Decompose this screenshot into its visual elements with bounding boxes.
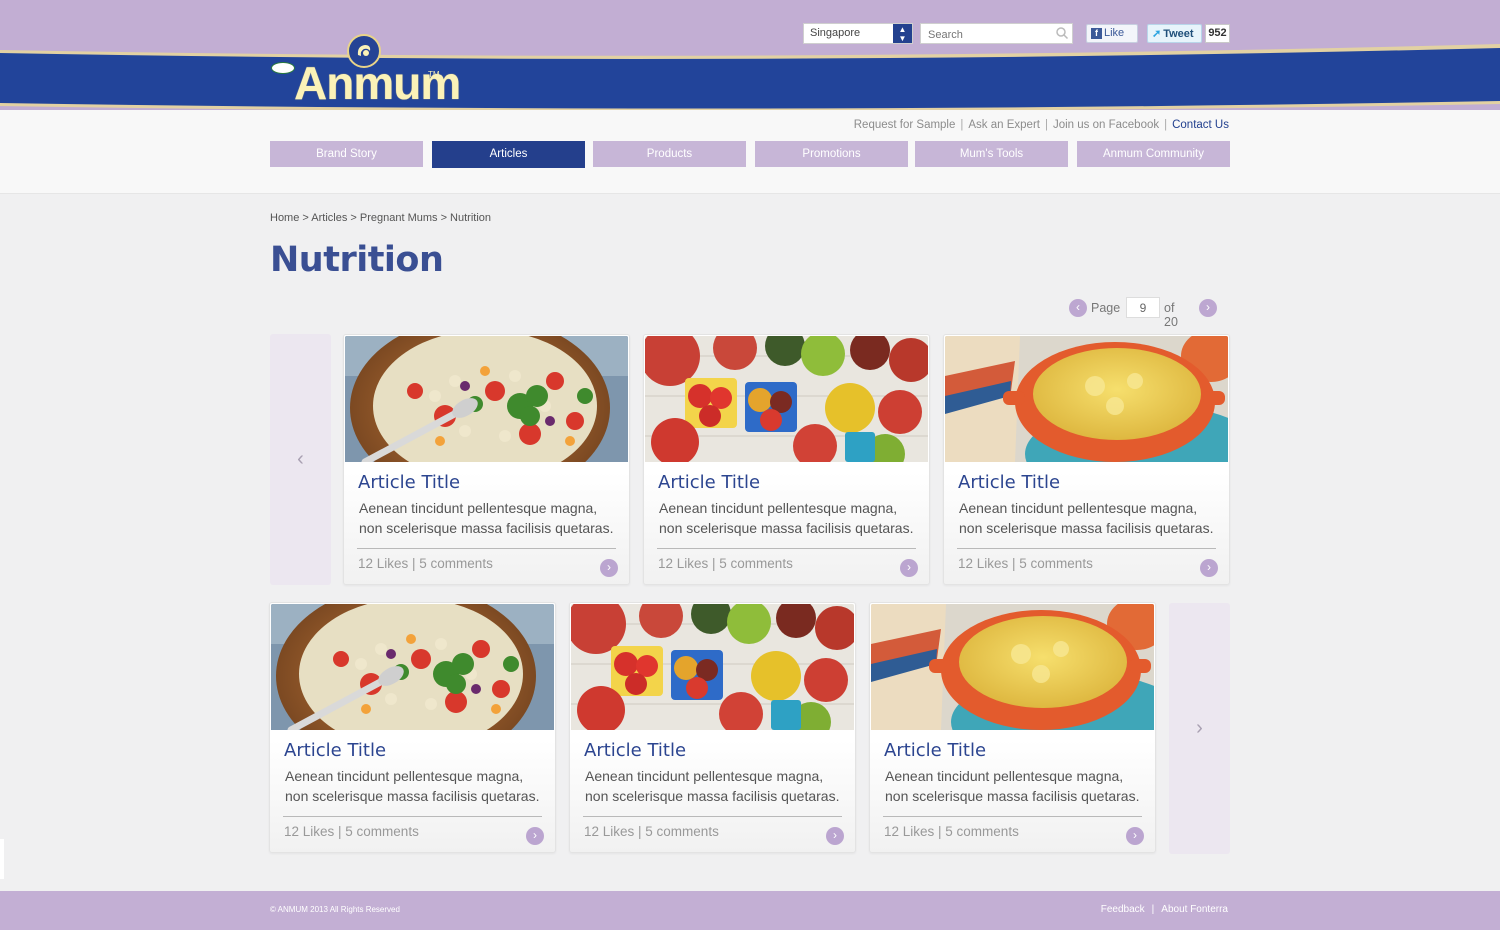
article-description: Aenean tincidunt pellentesque magna, non… [659,500,914,536]
article-image[interactable] [345,336,628,462]
about-fonterra-link[interactable]: About Fonterra [1161,904,1228,915]
divider [583,816,842,817]
divider [357,548,616,549]
article-card[interactable]: Article Title Aenean tincidunt pellentes… [943,334,1230,585]
article-title[interactable]: Article Title [358,472,460,493]
tweet-label: Tweet [1163,28,1194,40]
tweet-count: 952 [1205,24,1230,43]
facebook-icon: f [1091,28,1102,39]
chevron-right-icon[interactable]: › [826,827,844,845]
search-input[interactable] [920,23,1073,44]
country-value: Singapore [810,27,861,39]
tweet-button[interactable]: ➚ Tweet [1147,24,1202,43]
article-title[interactable]: Article Title [658,472,760,493]
copyright: © ANMUM 2013 All Rights Reserved [270,905,400,914]
article-image[interactable] [945,336,1228,462]
select-arrows-icon: ▲ ▼ [893,24,912,43]
nav-tab-brand-story[interactable]: Brand Story [270,141,423,167]
footer: © ANMUM 2013 All Rights Reserved Feedbac… [0,891,1500,930]
nav-tab-promotions[interactable]: Promotions [755,141,908,167]
contact-us-link[interactable]: Contact Us [1172,119,1229,131]
request-sample-link[interactable]: Request for Sample [854,119,956,131]
article-description: Aenean tincidunt pellentesque magna, non… [359,500,614,536]
nav-tab-anmum-community[interactable]: Anmum Community [1077,141,1230,167]
article-title[interactable]: Article Title [884,740,986,761]
breadcrumb[interactable]: Home > Articles > Pregnant Mums > Nutrit… [270,212,491,224]
carousel-prev-button[interactable]: ‹ [270,334,331,585]
article-stats: 12 Likes | 5 comments [584,824,719,839]
article-description: Aenean tincidunt pellentesque magna, non… [285,768,540,804]
brand-wordmark: Anmum [294,57,461,109]
article-stats: 12 Likes | 5 comments [358,556,493,571]
chevron-right-icon[interactable]: › [526,827,544,845]
article-stats: 12 Likes | 5 comments [284,824,419,839]
article-image[interactable] [271,604,554,730]
article-description: Aenean tincidunt pellentesque magna, non… [585,768,840,804]
fonterra-badge-icon [271,62,295,74]
country-select[interactable]: Singapore ▲ ▼ [803,23,913,44]
article-description: Aenean tincidunt pellentesque magna, non… [959,500,1214,536]
brand-logo[interactable]: Anmum TM [270,34,461,109]
pager-total: of 20 [1164,301,1178,329]
article-image[interactable] [571,604,854,730]
facebook-like-button[interactable]: f Like [1086,24,1138,43]
pager-label: Page [1091,301,1121,315]
chevron-right-icon[interactable]: › [600,559,618,577]
header-wave-band [0,44,1500,112]
facebook-like-label: Like [1104,27,1125,39]
carousel-next-button[interactable]: › [1169,603,1230,854]
divider [957,548,1216,549]
chevron-right-icon: › [1196,717,1203,739]
article-title[interactable]: Article Title [284,740,386,761]
feedback-side-tab[interactable] [0,839,4,879]
article-card[interactable]: Article Title Aenean tincidunt pellentes… [569,602,856,853]
chevron-right-icon[interactable]: › [1126,827,1144,845]
page-title: Nutrition [270,240,444,280]
divider [657,548,916,549]
chevron-right-icon[interactable]: › [900,559,918,577]
twitter-bird-icon: ➚ [1152,28,1162,40]
nav-tab-mums-tools[interactable]: Mum's Tools [915,141,1068,167]
article-card[interactable]: Article Title Aenean tincidunt pellentes… [269,602,556,853]
chevron-right-icon[interactable]: › [1200,559,1218,577]
article-description: Aenean tincidunt pellentesque magna, non… [885,768,1140,804]
search-icon[interactable] [1055,26,1069,40]
chevron-left-icon: ‹ [297,448,304,470]
divider [283,816,542,817]
article-image[interactable] [871,604,1154,730]
next-page-button[interactable]: › [1199,299,1217,317]
article-stats: 12 Likes | 5 comments [884,824,1019,839]
article-stats: 12 Likes | 5 comments [658,556,793,571]
article-card[interactable]: Article Title Aenean tincidunt pellentes… [343,334,630,585]
nav-tab-products[interactable]: Products [593,141,746,167]
page-number-input[interactable]: 9 [1126,297,1160,318]
utility-links: Request for Sample | Ask an Expert | Join us… [853,119,1229,131]
nav-tab-articles[interactable]: Articles [432,141,585,168]
article-title[interactable]: Article Title [958,472,1060,493]
join-facebook-link[interactable]: Join us on Facebook [1053,119,1159,131]
article-card[interactable]: Article Title Aenean tincidunt pellentes… [643,334,930,585]
article-stats: 12 Likes | 5 comments [958,556,1093,571]
trademark-mark: TM [428,70,440,79]
feedback-link[interactable]: Feedback [1101,904,1145,915]
article-card[interactable]: Article Title Aenean tincidunt pellentes… [869,602,1156,853]
footer-links: Feedback | About Fonterra [1100,904,1228,915]
main-nav: Brand Story Articles Products Promotions… [270,141,1230,168]
prev-page-button[interactable]: ‹ [1069,299,1087,317]
ask-expert-link[interactable]: Ask an Expert [968,119,1040,131]
article-title[interactable]: Article Title [584,740,686,761]
divider [883,816,1142,817]
article-image[interactable] [645,336,928,462]
